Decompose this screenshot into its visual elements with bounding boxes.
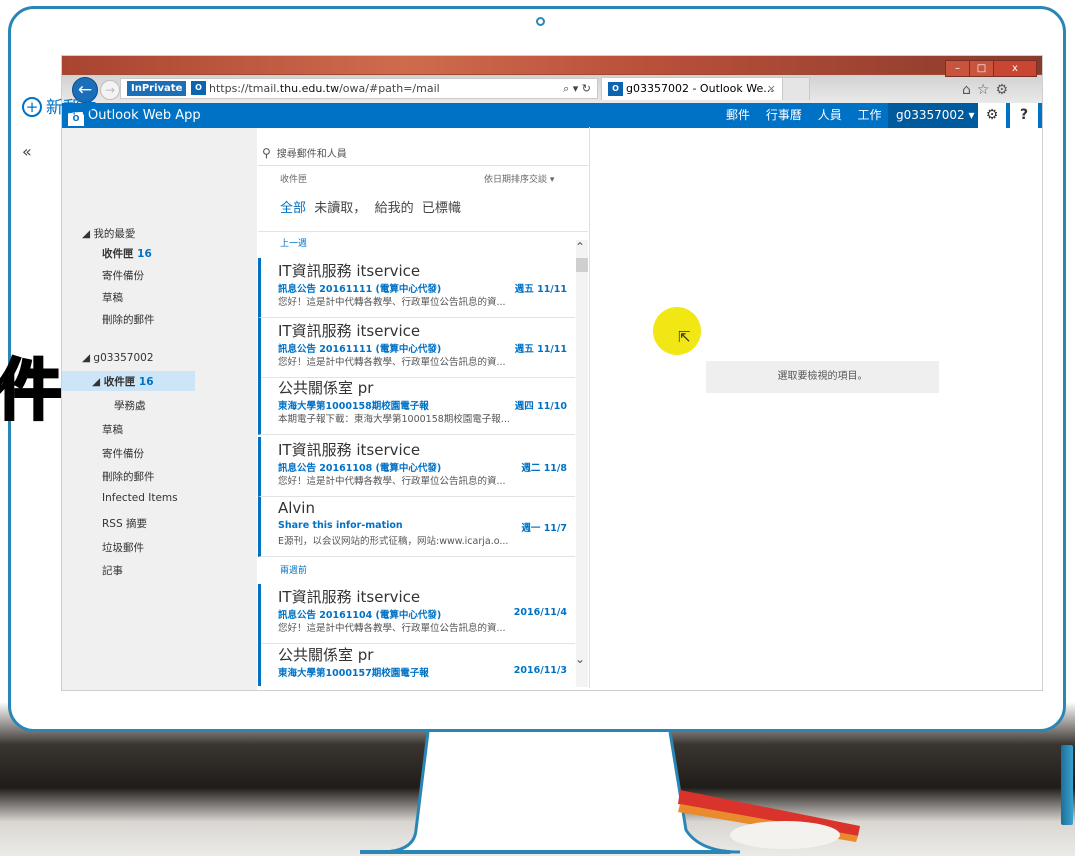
group-header-two-weeks: 兩週前 [280, 566, 308, 576]
favorite-drafts[interactable]: 草稿 [102, 290, 123, 305]
divider [258, 231, 588, 232]
message-item[interactable]: IT資訊服務 itservice 訊息公告 20161108 (電算中心代發) … [258, 437, 575, 497]
folder-infected-items[interactable]: Infected Items [102, 492, 178, 504]
favorite-deleted[interactable]: 刪除的郵件 [102, 312, 155, 327]
favorite-sent[interactable]: 寄件備份 [102, 268, 144, 283]
message-item[interactable]: 公共關係室 pr 東海大學第1000157期校園電子報 2016/11/3 [258, 642, 575, 686]
favorites-header[interactable]: ◢ 我的最愛 [82, 226, 135, 241]
outlook-favicon-icon: O [191, 81, 206, 95]
browser-tab-active[interactable]: Og03357002 - Outlook We... × [601, 77, 783, 100]
filter-flagged[interactable]: 已標幟 [422, 201, 461, 216]
pane-divider [589, 127, 590, 688]
eraser-decor [730, 821, 840, 849]
message-item[interactable]: Alvin Share this infor-mation 週一 11/7 E源… [258, 497, 575, 557]
folder-pane [62, 128, 257, 690]
account-inbox[interactable]: ◢ 收件匣 16 [92, 374, 154, 389]
account-header[interactable]: ◢ g03357002 [82, 352, 154, 364]
new-tab-button[interactable] [782, 77, 810, 100]
plus-icon: + [22, 97, 42, 117]
url-text[interactable]: https://tmail.thu.edu.tw/owa/#path=/mail [209, 79, 440, 98]
filter-unread[interactable]: 未讀取， [314, 201, 366, 216]
mouse-pointer-icon: ⇱ [678, 328, 691, 346]
sort-dropdown[interactable]: 依日期排序交談 ▾ [484, 172, 554, 185]
nav-calendar[interactable]: 行事曆 [766, 108, 802, 122]
message-item[interactable]: 公共關係室 pr 東海大學第1000158期校園電子報 週四 11/10 本期電… [258, 375, 575, 435]
chevron-down-icon[interactable]: ⌄ [575, 652, 585, 666]
filter-bar: 全部 未讀取， 給我的 已標幟 [280, 197, 461, 216]
message-item[interactable]: IT資訊服務 itservice 訊息公告 20161111 (電算中心代發) … [258, 318, 575, 378]
collapse-pane-icon[interactable]: « [22, 142, 32, 161]
search-icon: ⚲ [262, 146, 271, 160]
owa-nav: 郵件 行事曆 人員 工作 [726, 103, 894, 128]
folder-drafts[interactable]: 草稿 [102, 422, 123, 437]
group-header-last-week: 上一週 [280, 239, 308, 249]
cursor-highlight [653, 307, 701, 355]
nav-tasks[interactable]: 工作 [858, 108, 882, 122]
search-placeholder: 搜尋郵件和人員 [276, 149, 347, 160]
filter-to-me[interactable]: 給我的 [375, 201, 414, 216]
address-bar[interactable]: InPrivate O https://tmail.thu.edu.tw/owa… [120, 78, 598, 99]
new-mail-button[interactable]: + 新郵件 [22, 93, 97, 118]
outlook-tab-icon: O [608, 82, 623, 96]
search-refresh-icons[interactable]: ⌕ ▾ ↻ [563, 79, 591, 98]
message-item[interactable]: IT資訊服務 itservice 訊息公告 20161104 (電算中心代發) … [258, 584, 575, 644]
folder-deleted[interactable]: 刪除的郵件 [102, 469, 155, 484]
folder-student-affairs[interactable]: 學務處 [114, 398, 146, 413]
help-icon[interactable]: ? [1010, 103, 1038, 128]
scrollbar-thumb[interactable] [576, 258, 588, 272]
folder-title: 收件匣 [280, 175, 308, 185]
owa-top-bar: O Outlook Web App 郵件 行事曆 人員 工作 g03357002 … [62, 103, 1042, 128]
home-favorites-settings-icons[interactable]: ⌂☆⚙ [962, 82, 1014, 98]
maximize-button[interactable]: □ [969, 60, 994, 77]
chevron-up-icon[interactable]: ⌃ [575, 240, 585, 254]
filter-all[interactable]: 全部 [280, 201, 306, 216]
blurred-tabs-strip [62, 56, 1042, 74]
message-list-scrollbar[interactable] [576, 240, 588, 687]
nav-people[interactable]: 人員 [818, 108, 842, 122]
speaker-decor [1061, 745, 1073, 825]
message-item[interactable]: IT資訊服務 itservice 訊息公告 20161111 (電算中心代發) … [258, 258, 575, 318]
window-controls: – □ x [945, 56, 1037, 77]
inprivate-badge: InPrivate [127, 81, 187, 96]
folder-sent[interactable]: 寄件備份 [102, 446, 144, 461]
minimize-button[interactable]: – [945, 60, 970, 77]
search-box[interactable]: ⚲ 搜尋郵件和人員 [258, 141, 588, 166]
forward-arrow-icon[interactable]: → [100, 80, 120, 100]
gear-icon[interactable]: ⚙ [978, 103, 1006, 128]
overlay-glyph: 件 [0, 352, 64, 429]
app-name: Outlook Web App [88, 108, 201, 123]
tab-close-icon[interactable]: × [767, 78, 776, 100]
folder-rss[interactable]: RSS 摘要 [102, 516, 147, 531]
favorite-inbox[interactable]: 收件匣 16 [102, 246, 152, 261]
user-menu[interactable]: g03357002 ▾ [888, 103, 983, 128]
tab-title: g03357002 - Outlook We... [626, 82, 774, 95]
nav-mail[interactable]: 郵件 [726, 108, 750, 122]
folder-notes[interactable]: 記事 [102, 563, 123, 578]
close-window-button[interactable]: x [993, 60, 1037, 77]
folder-junk[interactable]: 垃圾郵件 [102, 540, 144, 555]
reading-pane-empty-message: 選取要檢視的項目。 [706, 361, 939, 393]
